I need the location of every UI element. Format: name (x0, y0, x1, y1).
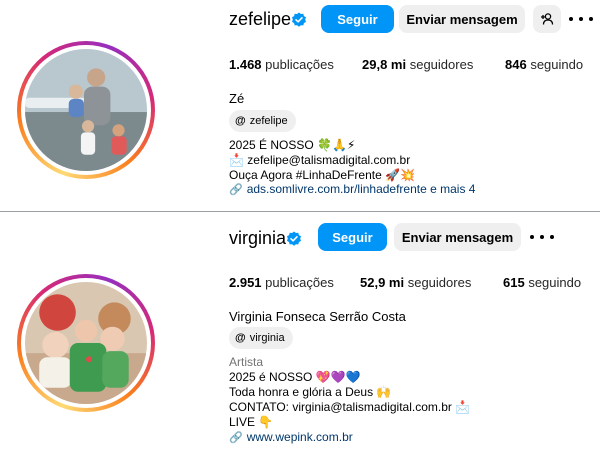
profile-divider (0, 211, 600, 212)
profile-link[interactable]: 🔗 www.wepink.com.br (229, 430, 353, 444)
verified-badge-icon (292, 12, 306, 27)
profile-category: Artista (229, 355, 264, 369)
following-count[interactable]: 615 seguindo (503, 275, 581, 290)
follow-button[interactable]: Seguir (318, 223, 387, 251)
suggested-accounts-button[interactable] (533, 5, 561, 33)
options-more-icon[interactable] (569, 11, 593, 27)
profile-card-zefelipe: zefelipe Seguir Enviar mensagem 1.468 pu… (0, 0, 600, 210)
threads-badge[interactable]: @ zefelipe (229, 110, 296, 132)
posts-count: 1.468 publicações (229, 57, 334, 72)
followers-count[interactable]: 29,8 mi seguidores (362, 57, 473, 72)
send-message-button[interactable]: Enviar mensagem (399, 5, 525, 33)
threads-icon: @ (235, 332, 246, 344)
bio-line: Ouça Agora #LinhaDeFrente 🚀💥 (229, 168, 415, 182)
verified-badge-icon (287, 231, 301, 246)
link-icon: 🔗 (229, 431, 243, 444)
profile-link-text[interactable]: ads.somlivre.com.br/linhadefrente e mais… (247, 182, 476, 196)
threads-badge[interactable]: @ virginia (229, 327, 293, 349)
bio-line: Toda honra e glória a Deus 🙌 (229, 385, 392, 399)
bio-line: 2025 É NOSSO 🍀🙏⚡ (229, 138, 356, 152)
threads-handle: virginia (249, 332, 285, 344)
threads-handle: zefelipe (249, 115, 288, 127)
bio-line: LIVE 👇 (229, 415, 274, 429)
profile-link[interactable]: 🔗 ads.somlivre.com.br/linhadefrente e ma… (229, 182, 475, 196)
link-icon: 🔗 (229, 183, 243, 196)
profile-username: virginia (229, 228, 287, 248)
profile-link-text[interactable]: www.wepink.com.br (247, 430, 353, 444)
follow-button[interactable]: Seguir (321, 5, 394, 33)
send-message-button[interactable]: Enviar mensagem (394, 223, 521, 251)
bio-line: 📩 zefelipe@talismadigital.com.br (229, 153, 411, 167)
avatar-photo-family-airport (25, 49, 147, 171)
profile-card-virginia: virginia Seguir Enviar mensagem 2.951 pu… (0, 215, 600, 453)
profile-avatar[interactable] (17, 274, 155, 412)
profile-full-name: Virginia Fonseca Serrão Costa (229, 309, 406, 324)
posts-count: 2.951 publicações (229, 275, 334, 290)
avatar-photo-children (25, 282, 147, 404)
profile-full-name: Zé (229, 91, 245, 106)
followers-count[interactable]: 52,9 mi seguidores (360, 275, 471, 290)
profile-avatar[interactable] (17, 41, 155, 179)
bio-line: 2025 é NOSSO 💖💜💙 (229, 370, 361, 384)
following-count[interactable]: 846 seguindo (505, 57, 583, 72)
threads-icon: @ (235, 115, 246, 127)
profile-username: zefelipe (229, 9, 292, 29)
add-person-icon (541, 13, 554, 25)
options-more-icon[interactable] (530, 229, 554, 245)
bio-line: CONTATO: virginia@talismadigital.com.br … (229, 400, 471, 414)
